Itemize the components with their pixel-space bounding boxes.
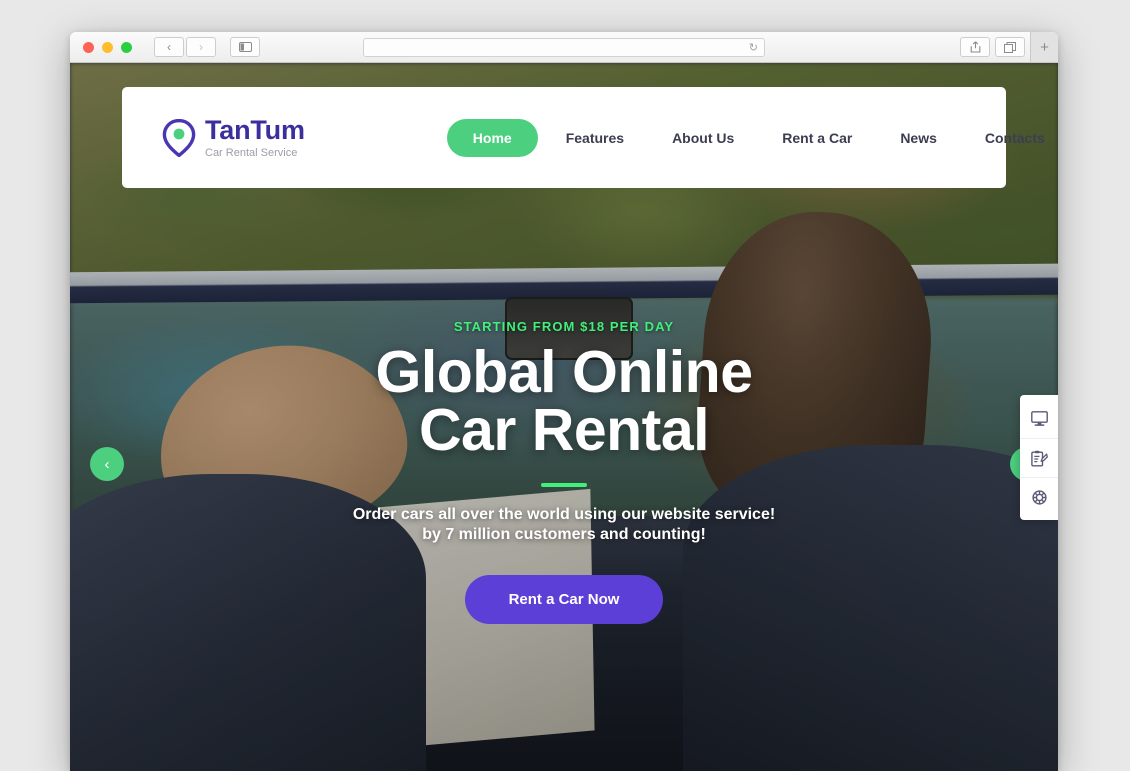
browser-toolbar: ‹ › ↻ + [70,32,1058,63]
gear-icon [1031,489,1047,505]
browser-window: ‹ › ↻ + TanTum Car Rental Service Home F… [70,32,1058,771]
carousel-prev-button[interactable]: ‹ [90,447,124,481]
hero-subheadline-line-2: by 7 million customers and counting! [422,526,706,544]
maximize-window-button[interactable] [121,41,132,53]
main-navigation: Home Features About Us Rent a Car News C… [446,118,1058,157]
monitor-icon [1030,410,1048,426]
forward-button[interactable]: › [186,37,216,57]
sidebar-icon [238,42,252,52]
hero-subheadline-line-1: Order cars all over the world using our … [352,505,776,523]
settings-button[interactable] [1020,477,1058,516]
hero-subheadline: Order cars all over the world using our … [70,505,1058,546]
hero-headline-line-1: Global Online [375,339,753,405]
clipboard-pencil-icon [1030,450,1048,467]
minimize-window-button[interactable] [102,41,113,53]
floating-side-panel [1020,395,1058,520]
sidebar-toggle-button[interactable] [230,37,260,57]
toolbar-right-group: + [960,32,1058,62]
page-viewport: TanTum Car Rental Service Home Features … [70,63,1058,771]
new-tab-button[interactable]: + [1030,32,1058,62]
hero-section: STARTING FROM $18 PER DAY Global Online … [70,319,1058,624]
navigation-buttons: ‹ › [154,37,216,57]
map-pin-icon [162,118,196,157]
brand-name: TanTum [205,114,305,145]
tabs-icon [1004,41,1016,53]
site-header: TanTum Car Rental Service Home Features … [122,87,1045,188]
nav-item-home[interactable]: Home [446,118,538,157]
demo-layouts-button[interactable] [1020,399,1058,438]
share-icon [970,41,980,53]
hero-headline: Global Online Car Rental [70,343,1058,460]
share-button[interactable] [960,37,990,57]
traffic-lights [83,41,132,53]
show-all-tabs-button[interactable] [995,37,1025,57]
nav-item-features[interactable]: Features [546,119,644,157]
nav-item-rent-a-car[interactable]: Rent a Car [762,119,872,157]
nav-item-about-us[interactable]: About Us [652,119,754,157]
nav-item-contacts[interactable]: Contacts [965,119,1058,157]
brand-tagline: Car Rental Service [205,146,298,159]
rent-a-car-now-button[interactable]: Rent a Car Now [464,574,664,624]
customize-order-button[interactable] [1020,438,1058,477]
hero-headline-line-2: Car Rental [418,397,710,464]
close-window-button[interactable] [83,41,94,53]
back-button[interactable]: ‹ [154,37,184,57]
nav-item-news[interactable]: News [880,119,957,157]
address-bar[interactable]: ↻ [363,38,765,57]
address-bar-wrapper: ↻ [363,38,765,57]
site-logo[interactable]: TanTum Car Rental Service [162,114,305,159]
hero-eyebrow: STARTING FROM $18 PER DAY [453,319,675,334]
hero-divider [541,482,587,487]
reload-icon[interactable]: ↻ [749,41,758,54]
